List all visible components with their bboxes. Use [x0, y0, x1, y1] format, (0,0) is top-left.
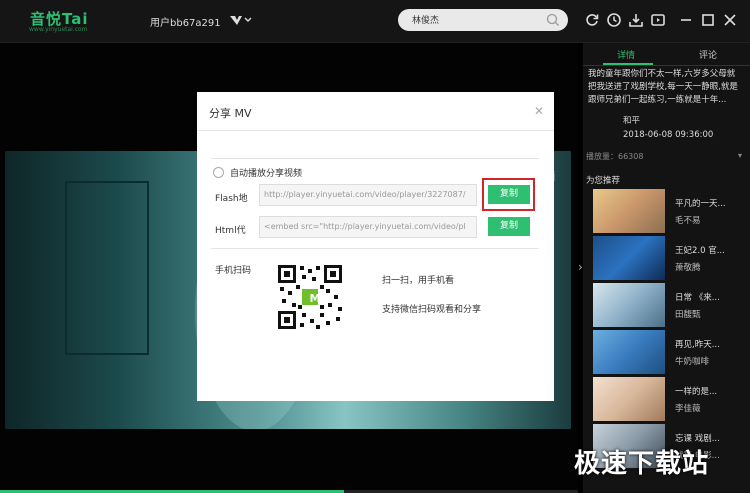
watermark-text: 极速下载站 [574, 449, 710, 479]
expand-icon[interactable]: ▾ [738, 151, 742, 160]
minimize-icon[interactable] [678, 12, 694, 28]
username[interactable]: 用户bb67a291 [150, 14, 221, 29]
mv-title: 和平 [623, 116, 641, 126]
panel-tabs: 详情 评论 [583, 43, 750, 66]
html-code-field[interactable]: <embed src="http://player.yinyuetai.com/… [259, 216, 477, 238]
recommend-heading: 为您推荐 [586, 176, 621, 186]
list-item-title[interactable]: 平凡的一天... [675, 197, 726, 209]
search-input[interactable]: 林俊杰 [412, 13, 439, 26]
download-icon[interactable] [628, 12, 644, 28]
thumbnail[interactable] [593, 236, 665, 280]
maximize-icon[interactable] [700, 12, 716, 28]
search-box[interactable]: 林俊杰 [398, 9, 568, 31]
list-item-artist[interactable]: 田馥甄 [675, 308, 701, 320]
dialog-title: 分享 MV [209, 107, 252, 120]
list-item[interactable]: 平凡的一天... 毛不易 [593, 189, 748, 233]
thumbnail[interactable] [593, 330, 665, 374]
close-dialog-icon[interactable]: ✕ [534, 104, 544, 118]
qr-section-label: 手机扫码 [215, 266, 252, 276]
list-item-title[interactable]: 再见,昨天... [675, 338, 720, 350]
html-label: Html代 [215, 226, 246, 236]
tab-details[interactable]: 详情 [617, 48, 635, 61]
thumbnail[interactable] [593, 189, 665, 233]
refresh-icon[interactable] [584, 12, 600, 28]
list-item-title[interactable]: 一样的是... [675, 385, 717, 397]
thumbnail[interactable] [593, 283, 665, 327]
close-icon[interactable] [722, 12, 738, 28]
list-item[interactable]: 王妃2.0 官... 萧敬腾 [593, 236, 748, 280]
publish-date: 2018-06-08 09:36:00 [623, 130, 714, 140]
qr-hint: 扫一扫，用手机看 [382, 276, 455, 286]
copy-html-button[interactable]: 复制 [488, 217, 530, 236]
list-item-artist[interactable]: 萧敬腾 [675, 261, 701, 273]
top-bar: 音悦Tai www.yinyuetai.com 用户bb67a291 林俊杰 [0, 0, 750, 43]
vip-dropdown-icon[interactable] [228, 12, 252, 28]
qr-logo: M [309, 292, 321, 305]
logo-url: www.yinyuetai.com [29, 26, 88, 33]
tv-icon[interactable] [650, 12, 666, 28]
list-item-artist[interactable]: 李佳薇 [675, 402, 701, 414]
autoplay-checkbox[interactable] [213, 167, 224, 178]
history-icon[interactable] [606, 12, 622, 28]
list-item[interactable]: 再见,昨天... 牛奶咖啡 [593, 330, 748, 374]
active-tab-indicator [603, 63, 653, 65]
highlight-box [482, 178, 535, 211]
divider [211, 248, 539, 249]
qr-hint: 支持微信扫码观看和分享 [382, 305, 482, 315]
html-code-value: <embed src="http://player.yinyuetai.com/… [264, 222, 466, 231]
list-item[interactable]: 日常 《来... 田馥甄 [593, 283, 748, 327]
side-panel: 详情 评论 我的童年跟你们不太一样,六岁多父母就把我送进了戏剧学校,每一天一静眼… [583, 43, 750, 493]
list-item-artist[interactable]: 牛奶咖啡 [675, 355, 709, 367]
play-count: 播放量：66308 [586, 152, 644, 161]
share-dialog: 分享 MV ✕ 自动播放分享视频 Flash地 http://player.yi… [197, 92, 554, 401]
divider [211, 158, 539, 159]
mv-description: 我的童年跟你们不太一样,六岁多父母就把我送进了戏剧学校,每一天一静眼,就是跟师兄… [588, 69, 738, 105]
flash-url-value: http://player.yinyuetai.com/video/player… [264, 190, 466, 199]
list-item-title[interactable]: 王妃2.0 官... [675, 244, 725, 256]
list-item-title[interactable]: 日常 《来... [675, 291, 720, 303]
tab-comments[interactable]: 评论 [699, 48, 717, 61]
flash-label: Flash地 [215, 194, 248, 204]
search-icon[interactable] [546, 13, 560, 27]
divider [197, 130, 554, 131]
list-item-artist[interactable]: 毛不易 [675, 214, 701, 226]
autoplay-label: 自动播放分享视频 [230, 169, 303, 179]
thumbnail[interactable] [593, 377, 665, 421]
flash-url-field[interactable]: http://player.yinyuetai.com/video/player… [259, 184, 477, 206]
list-item[interactable]: 一样的是... 李佳薇 [593, 377, 748, 421]
